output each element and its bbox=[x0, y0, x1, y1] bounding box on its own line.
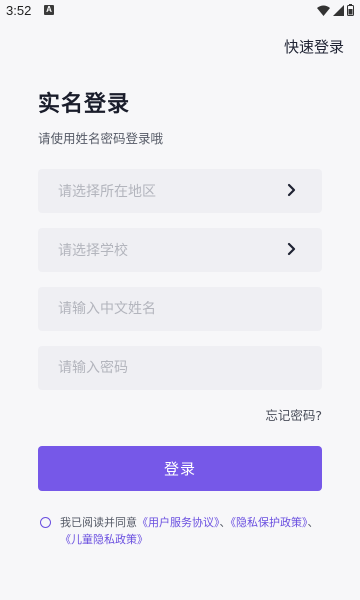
agreement-radio[interactable] bbox=[40, 517, 51, 528]
agreement: 我已阅读并同意《用户服务协议》、《隐私保护政策》、《儿童隐私政策》 bbox=[38, 514, 330, 548]
a-notification-icon: A bbox=[44, 5, 54, 15]
battery-icon bbox=[347, 4, 354, 16]
region-select[interactable]: 请选择所在地区 bbox=[38, 169, 322, 213]
agreement-text: 我已阅读并同意《用户服务协议》、《隐私保护政策》、《儿童隐私政策》 bbox=[60, 514, 330, 548]
children-privacy-link[interactable]: 《儿童隐私政策》 bbox=[60, 533, 148, 546]
name-input[interactable] bbox=[58, 301, 298, 317]
agreement-separator: 、 bbox=[307, 516, 319, 529]
privacy-policy-link[interactable]: 《隐私保护政策》 bbox=[231, 516, 308, 529]
school-select[interactable]: 请选择学校 bbox=[38, 228, 322, 272]
region-select-placeholder: 请选择所在地区 bbox=[58, 184, 156, 200]
page-title: 实名登录 bbox=[38, 92, 131, 117]
signal-icon bbox=[333, 4, 344, 16]
quick-login-link[interactable]: 快速登录 bbox=[284, 36, 344, 57]
page-subtitle: 请使用姓名密码登录哦 bbox=[38, 131, 164, 146]
chevron-right-icon bbox=[287, 242, 296, 256]
login-button[interactable]: 登录 bbox=[38, 446, 322, 491]
status-time: 3:52 bbox=[6, 3, 32, 18]
agreement-prefix: 我已阅读并同意 bbox=[60, 516, 137, 529]
status-icons bbox=[317, 4, 354, 16]
status-bar: 3:52 A bbox=[0, 0, 360, 24]
forgot-password-link[interactable]: 忘记密码? bbox=[265, 405, 322, 424]
user-agreement-link[interactable]: 《用户服务协议》 bbox=[137, 516, 220, 529]
wifi-icon bbox=[317, 5, 330, 16]
password-input[interactable] bbox=[58, 360, 298, 376]
agreement-separator: 、 bbox=[219, 516, 231, 529]
school-select-placeholder: 请选择学校 bbox=[58, 243, 128, 259]
name-field-container bbox=[38, 287, 322, 331]
password-field-container bbox=[38, 346, 322, 390]
chevron-right-icon bbox=[287, 183, 296, 197]
